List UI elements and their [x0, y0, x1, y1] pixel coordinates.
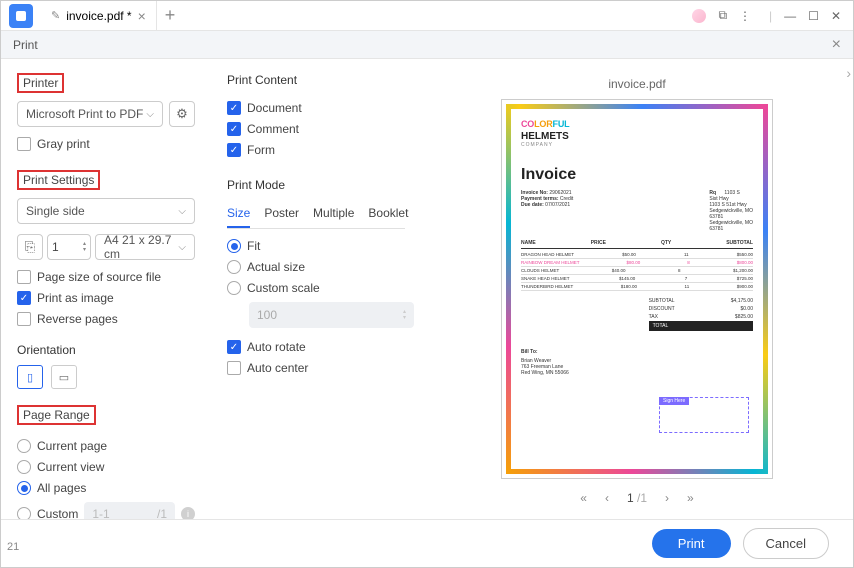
- print-mode-heading: Print Mode: [227, 178, 405, 192]
- comment-checkbox[interactable]: ✓Comment: [227, 122, 405, 136]
- pager-next-icon[interactable]: ›: [665, 491, 669, 505]
- printer-properties-button[interactable]: ⚙: [169, 101, 195, 127]
- signature-box[interactable]: Sign Here: [659, 397, 749, 433]
- orientation-heading: Orientation: [17, 343, 195, 357]
- titlebar: ✎ invoice.pdf * × + ⧉ ⋮ | — ☐ ✕: [1, 1, 853, 31]
- current-view-radio[interactable]: Current view: [17, 460, 195, 474]
- print-mode-tabs: Size Poster Multiple Booklet: [227, 206, 405, 229]
- scale-input: 100▴▾: [249, 302, 414, 328]
- close-tab-icon[interactable]: ×: [138, 8, 146, 24]
- custom-scale-radio[interactable]: Custom scale: [227, 281, 405, 295]
- cancel-button[interactable]: Cancel: [743, 528, 829, 559]
- orientation-landscape[interactable]: ▭: [51, 365, 77, 389]
- chevron-down-icon: ⌵: [146, 109, 154, 120]
- document-checkbox[interactable]: ✓Document: [227, 101, 405, 115]
- chevron-down-icon: ⌵: [178, 242, 186, 253]
- dialog-title: Print: [13, 38, 38, 52]
- menu-icon[interactable]: ⋮: [739, 9, 751, 23]
- page-size-source-checkbox[interactable]: Page size of source file: [17, 270, 195, 284]
- copies-icon: ⎘: [17, 234, 43, 260]
- pager-last-icon[interactable]: »: [687, 491, 694, 505]
- form-checkbox[interactable]: ✓Form: [227, 143, 405, 157]
- pager: « ‹ 1 /1 › »: [580, 491, 693, 505]
- print-as-image-checkbox[interactable]: ✓Print as image: [17, 291, 195, 305]
- invoice-heading: Invoice: [521, 166, 753, 184]
- document-tab[interactable]: ✎ invoice.pdf * ×: [41, 1, 157, 30]
- logo: COLORFUL: [521, 119, 753, 129]
- preview-title: invoice.pdf: [608, 77, 665, 91]
- print-preview: COLORFUL HELMETS COMPANY Invoice Invoice…: [501, 99, 773, 479]
- side-panel-toggle-icon[interactable]: ›: [846, 65, 851, 81]
- tab-booklet[interactable]: Booklet: [368, 206, 408, 228]
- print-settings-heading: Print Settings: [17, 170, 100, 190]
- print-button[interactable]: Print: [652, 529, 731, 558]
- gear-icon: ⚙: [176, 106, 188, 122]
- status-number: 21: [7, 541, 19, 553]
- dialog-header: Print ×: [1, 31, 853, 59]
- add-tab-button[interactable]: +: [157, 5, 184, 26]
- chevron-down-icon: ⌵: [178, 206, 186, 217]
- page-range-heading: Page Range: [17, 405, 96, 425]
- paper-size-select[interactable]: A4 21 x 29.7 cm⌵: [95, 234, 195, 260]
- tab-poster[interactable]: Poster: [264, 206, 299, 228]
- duplex-select[interactable]: Single side⌵: [17, 198, 195, 224]
- reverse-pages-checkbox[interactable]: Reverse pages: [17, 312, 195, 326]
- tab-title: invoice.pdf *: [66, 9, 131, 23]
- auto-center-checkbox[interactable]: Auto center: [227, 361, 405, 375]
- stepper-down-icon[interactable]: ▾: [83, 247, 86, 253]
- app-icon: [9, 4, 33, 28]
- fit-radio[interactable]: Fit: [227, 239, 405, 253]
- dialog-close-icon[interactable]: ×: [832, 36, 841, 54]
- print-content-heading: Print Content: [227, 73, 405, 87]
- all-pages-radio[interactable]: All pages: [17, 481, 195, 495]
- auto-rotate-checkbox[interactable]: ✓Auto rotate: [227, 340, 405, 354]
- orientation-portrait[interactable]: ▯: [17, 365, 43, 389]
- maximize-icon[interactable]: ☐: [808, 9, 819, 23]
- gray-print-checkbox[interactable]: Gray print: [17, 137, 195, 151]
- account-icon[interactable]: [692, 9, 706, 23]
- printer-select[interactable]: Microsoft Print to PDF ⌵: [17, 101, 163, 127]
- tab-size[interactable]: Size: [227, 206, 250, 228]
- printer-heading: Printer: [17, 73, 64, 93]
- tab-multiple[interactable]: Multiple: [313, 206, 354, 228]
- minimize-icon[interactable]: —: [784, 9, 796, 23]
- pager-first-icon[interactable]: «: [580, 491, 587, 505]
- pager-prev-icon[interactable]: ‹: [605, 491, 609, 505]
- share-icon[interactable]: ⧉: [718, 8, 727, 23]
- dialog-footer: Print Cancel: [1, 519, 853, 567]
- current-page-radio[interactable]: Current page: [17, 439, 195, 453]
- actual-size-radio[interactable]: Actual size: [227, 260, 405, 274]
- close-window-icon[interactable]: ✕: [831, 9, 841, 23]
- copies-input[interactable]: 1▴▾: [47, 234, 91, 260]
- save-indicator-icon: ✎: [51, 9, 60, 22]
